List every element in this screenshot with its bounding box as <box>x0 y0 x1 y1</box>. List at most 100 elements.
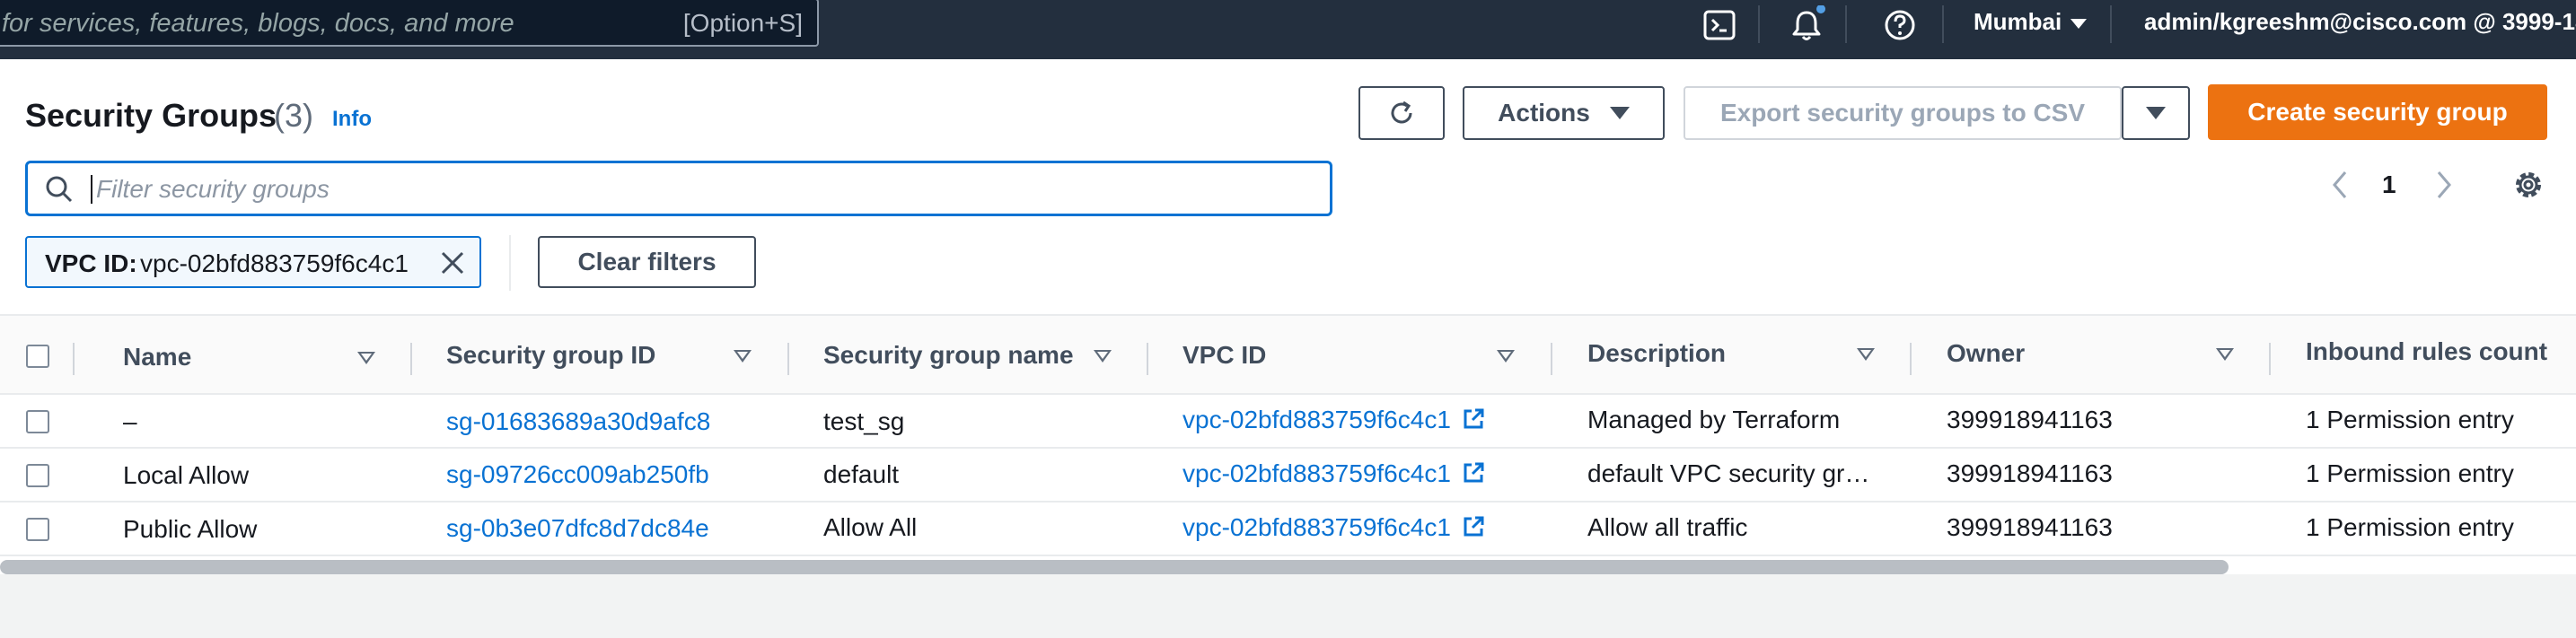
cell-security-group-name: Allow All <box>823 513 918 541</box>
export-csv-label: Export security groups to CSV <box>1719 99 2086 127</box>
column-header-description[interactable]: Description <box>1587 339 1726 368</box>
row-checkbox[interactable] <box>26 518 49 541</box>
cell-vpc-id-link[interactable]: vpc-02bfd883759f6c4c1 <box>1182 406 1485 434</box>
external-link-icon <box>1464 462 1484 483</box>
column-divider <box>410 343 412 375</box>
topbar-divider <box>1758 5 1760 43</box>
cell-inbound-rules-count: 1 Permission entry <box>2306 513 2514 541</box>
filter-security-groups-input[interactable]: Filter security groups <box>25 161 1332 216</box>
table-row[interactable]: Local Allow sg-09726cc009ab250fb default… <box>0 449 2576 503</box>
global-search-placeholder: for services, features, blogs, docs, and… <box>2 9 514 38</box>
export-csv-button[interactable]: Export security groups to CSV <box>1684 86 2122 140</box>
vpc-id-text: vpc-02bfd883759f6c4c1 <box>1182 513 1451 541</box>
table-row[interactable]: Public Allow sg-0b3e07dfc8d7dc84e Allow … <box>0 503 2576 556</box>
topbar-divider <box>1845 5 1847 43</box>
sort-icon[interactable] <box>1094 350 1112 363</box>
table-row[interactable]: – sg-01683689a30d9afc8 test_sg vpc-02bfd… <box>0 395 2576 449</box>
settings-gear-icon[interactable] <box>2509 165 2548 205</box>
cell-description: Managed by Terraform <box>1587 406 1841 433</box>
sort-icon[interactable] <box>357 352 375 364</box>
cell-name: Public Allow <box>123 515 258 543</box>
help-icon[interactable] <box>1880 5 1920 45</box>
security-groups-table: Name Security group ID Security group na… <box>0 314 2576 574</box>
cell-description: default VPC security gr… <box>1587 459 1870 487</box>
sort-icon[interactable] <box>1857 348 1875 361</box>
clear-filters-label: Clear filters <box>577 248 717 275</box>
row-checkbox[interactable] <box>26 464 49 487</box>
page-title: Security Groups <box>25 97 277 134</box>
cell-name: Local Allow <box>123 461 250 489</box>
info-link[interactable]: Info <box>332 107 372 132</box>
refresh-button[interactable] <box>1358 86 1445 140</box>
column-divider <box>787 343 789 375</box>
filter-placeholder: Filter security groups <box>96 175 330 203</box>
vpc-filter-label: VPC ID: <box>45 249 137 277</box>
caret-down-icon <box>1609 107 1630 119</box>
cell-owner: 399918941163 <box>1947 513 2113 541</box>
refresh-icon <box>1391 101 1412 124</box>
vpc-filter-token: VPC ID: vpc-02bfd883759f6c4c1 <box>25 236 481 288</box>
select-all-checkbox[interactable] <box>26 345 49 368</box>
column-divider <box>1551 343 1552 375</box>
column-divider <box>1147 343 1148 375</box>
cell-owner: 399918941163 <box>1947 459 2113 487</box>
sort-icon[interactable] <box>1497 350 1515 363</box>
region-label: Mumbai <box>1974 8 2062 35</box>
global-search-input[interactable]: for services, features, blogs, docs, and… <box>0 0 819 47</box>
cloudshell-icon[interactable] <box>1700 5 1739 45</box>
sort-icon[interactable] <box>734 350 752 363</box>
current-page-number[interactable]: 1 <box>2382 170 2396 199</box>
create-security-group-label: Create security group <box>2247 98 2508 126</box>
page-footer-area <box>0 574 2576 638</box>
topbar-divider <box>2110 5 2112 43</box>
topbar-divider <box>1942 5 1944 43</box>
external-link-icon <box>1464 516 1484 537</box>
chevron-left-icon[interactable] <box>2327 167 2352 203</box>
cell-vpc-id-link[interactable]: vpc-02bfd883759f6c4c1 <box>1182 459 1485 488</box>
horizontal-scrollbar[interactable] <box>0 560 2229 574</box>
cell-name: – <box>123 407 137 435</box>
clear-filters-button[interactable]: Clear filters <box>538 236 756 288</box>
notification-bell-icon[interactable] <box>1787 5 1826 45</box>
cell-inbound-rules-count: 1 Permission entry <box>2306 459 2514 487</box>
cell-security-group-id-link[interactable]: sg-09726cc009ab250fb <box>446 460 709 489</box>
export-dropdown-button[interactable] <box>2122 86 2190 140</box>
actions-label: Actions <box>1498 99 1590 127</box>
cell-description: Allow all traffic <box>1587 513 1748 541</box>
search-icon <box>46 176 73 203</box>
chevron-right-icon[interactable] <box>2431 167 2457 203</box>
vpc-id-text: vpc-02bfd883759f6c4c1 <box>1182 459 1451 487</box>
cell-inbound-rules-count: 1 Permission entry <box>2306 406 2514 433</box>
account-menu[interactable]: admin/kgreeshm@cisco.com @ 3999-1894- <box>2144 8 2576 36</box>
region-selector[interactable]: Mumbai <box>1974 8 2088 36</box>
row-checkbox[interactable] <box>26 410 49 433</box>
column-header-security-group-name[interactable]: Security group name <box>823 341 1074 370</box>
search-shortcut-hint: [Option+S] <box>682 9 803 37</box>
caret-down-icon <box>2070 18 2088 29</box>
column-header-owner[interactable]: Owner <box>1947 339 2025 368</box>
column-header-inbound-rules-count[interactable]: Inbound rules count <box>2306 337 2547 366</box>
top-navigation-bar: for services, features, blogs, docs, and… <box>0 0 2576 59</box>
create-security-group-button[interactable]: Create security group <box>2208 84 2547 140</box>
caret-down-icon <box>2146 107 2166 119</box>
cell-security-group-id-link[interactable]: sg-01683689a30d9afc8 <box>446 407 710 436</box>
cell-owner: 399918941163 <box>1947 406 2113 433</box>
column-divider <box>1910 343 1912 375</box>
actions-button[interactable]: Actions <box>1463 86 1665 140</box>
column-header-security-group-id[interactable]: Security group ID <box>446 341 655 370</box>
vpc-id-text: vpc-02bfd883759f6c4c1 <box>1182 406 1451 433</box>
close-icon[interactable] <box>438 249 467 277</box>
column-divider <box>2269 343 2271 375</box>
text-cursor <box>91 175 92 204</box>
vpc-filter-value: vpc-02bfd883759f6c4c1 <box>140 249 409 277</box>
sort-icon[interactable] <box>2216 348 2234 361</box>
column-header-vpc-id[interactable]: VPC ID <box>1182 341 1266 370</box>
cell-security-group-name: default <box>823 460 900 488</box>
cell-security-group-id-link[interactable]: sg-0b3e07dfc8d7dc84e <box>446 514 709 543</box>
cell-security-group-name: test_sg <box>823 407 905 435</box>
external-link-icon <box>1464 408 1484 429</box>
cell-vpc-id-link[interactable]: vpc-02bfd883759f6c4c1 <box>1182 513 1485 542</box>
filter-divider <box>509 235 511 291</box>
table-header: Name Security group ID Security group na… <box>0 314 2576 395</box>
column-header-name[interactable]: Name <box>123 343 191 371</box>
